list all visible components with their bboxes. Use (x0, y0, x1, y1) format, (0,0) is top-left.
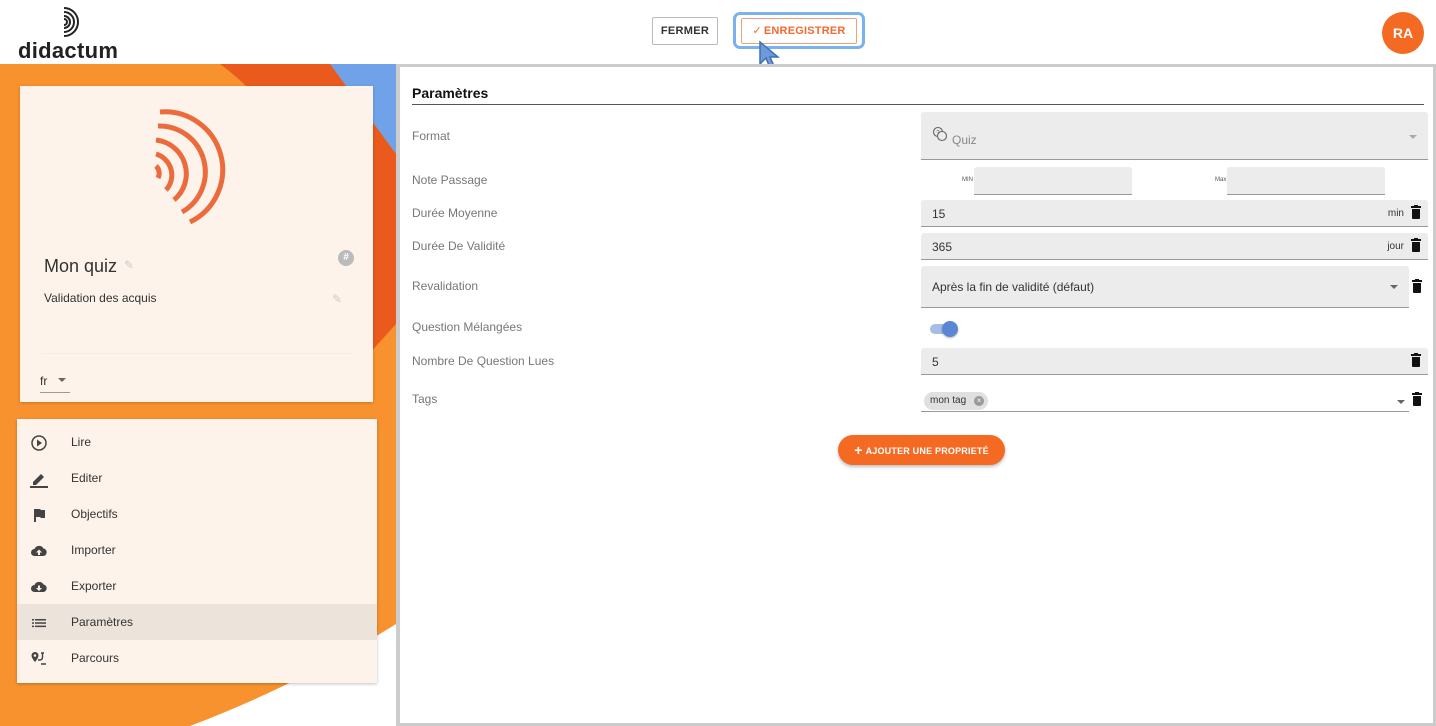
chevron-down-icon (1409, 135, 1417, 139)
section-divider (412, 104, 1424, 105)
cloud-upload-icon (31, 545, 47, 556)
passing-grade-max-input[interactable] (1227, 167, 1385, 195)
flag-icon (34, 509, 45, 522)
chevron-down-icon (1390, 285, 1398, 289)
menu-item-label: Exporter (71, 579, 117, 593)
tags-input-underline (921, 411, 1409, 412)
menu-item-lire[interactable]: Lire (17, 424, 377, 460)
quiz-logo-icon (154, 109, 226, 225)
list-icon (32, 619, 46, 628)
menu-item-label: Importer (71, 543, 116, 557)
questions-read-label: Nombre De Question Lues (412, 354, 555, 368)
revalidation-label: Revalidation (412, 279, 479, 293)
edit-title-icon[interactable]: ✎ (124, 258, 134, 272)
questions-read-input[interactable]: 5 (921, 348, 1428, 375)
top-bar: didactum FERMER ✓ ENREGISTRER RA (0, 0, 1436, 70)
quiz-card: Mon quiz ✎ # Validation des acquis ✎ fr (20, 86, 373, 402)
revalidation-value: Après la fin de validité (défaut) (932, 280, 1095, 294)
chevron-down-icon[interactable] (1397, 400, 1405, 404)
menu-item-parcours[interactable]: Parcours (17, 640, 377, 676)
trash-icon[interactable] (1411, 353, 1421, 367)
menu-item-objectifs[interactable]: Objectifs (17, 496, 377, 532)
didactum-logo[interactable]: didactum (18, 6, 128, 63)
shuffle-toggle-thumb[interactable] (942, 321, 958, 337)
hash-icon[interactable]: # (338, 250, 354, 266)
passing-grade-min-input[interactable] (974, 167, 1132, 195)
language-value: fr (40, 374, 48, 388)
quiz-subtitle: Validation des acquis (44, 291, 157, 305)
user-avatar[interactable]: RA (1382, 12, 1424, 54)
menu-item-label: Objectifs (71, 507, 118, 521)
settings-panel: Paramètres Format ? Quiz Note Passage MI… (396, 64, 1436, 726)
max-label: Max (1215, 177, 1227, 183)
validity-duration-label: Durée De Validité (412, 239, 506, 253)
menu-item-exporter[interactable]: Exporter (17, 568, 377, 604)
validity-duration-input[interactable]: 365 jour (921, 233, 1428, 260)
language-select[interactable]: fr (40, 374, 70, 393)
chevron-down-icon (58, 378, 66, 382)
menu-item-parametres[interactable]: Paramètres (17, 604, 377, 640)
save-button-label: ENREGISTRER (763, 25, 846, 37)
questions-read-value: 5 (932, 355, 939, 369)
revalidation-select[interactable]: Après la fin de validité (défaut) (921, 266, 1409, 308)
remove-tag-icon[interactable]: × (974, 396, 985, 406)
trash-icon[interactable] (1411, 238, 1421, 252)
cloud-download-icon (31, 581, 47, 592)
play-circle-icon (31, 435, 47, 451)
tag-chip[interactable]: mon tag × (924, 392, 989, 410)
menu-item-editer[interactable]: Editer (17, 460, 377, 496)
format-select[interactable]: ? Quiz (921, 112, 1428, 160)
format-value: Quiz (952, 133, 977, 147)
average-duration-label: Durée Moyenne (412, 206, 498, 220)
validity-duration-unit: jour (1387, 241, 1404, 252)
section-title: Paramètres (412, 85, 489, 101)
tags-label: Tags (412, 392, 438, 406)
average-duration-unit: min (1387, 208, 1404, 219)
side-menu: Lire Editer Objectifs Importer Exporter … (17, 419, 377, 683)
pencil-icon (30, 474, 48, 488)
menu-item-importer[interactable]: Importer (17, 532, 377, 568)
trash-icon[interactable] (1412, 279, 1422, 293)
check-icon: ✓ (752, 25, 762, 37)
route-icon (31, 652, 46, 665)
plus-icon: + (854, 442, 863, 458)
quiz-format-icon: ? (932, 126, 948, 142)
menu-item-label: Paramètres (71, 615, 134, 629)
trash-icon[interactable] (1411, 205, 1421, 219)
menu-item-label: Editer (71, 471, 103, 485)
close-button[interactable]: FERMER (652, 17, 718, 45)
average-duration-input[interactable]: 15 min (921, 200, 1428, 227)
validity-duration-value: 365 (932, 240, 953, 254)
passing-grade-label: Note Passage (412, 173, 488, 187)
average-duration-value: 15 (932, 207, 946, 221)
add-property-button[interactable]: + AJOUTER UNE PROPRIETÉ (838, 435, 1005, 465)
logo-text: didactum (18, 38, 119, 63)
shuffled-questions-label: Question Mélangées (412, 320, 523, 334)
format-label: Format (412, 129, 451, 143)
edit-subtitle-icon[interactable]: ✎ (332, 292, 342, 306)
fingerprint-mark-icon (63, 7, 79, 37)
add-property-label: AJOUTER UNE PROPRIETÉ (865, 446, 989, 456)
min-label: MIN (962, 177, 973, 183)
menu-item-label: Parcours (71, 651, 120, 665)
tag-chip-label: mon tag (930, 395, 967, 406)
trash-icon[interactable] (1412, 392, 1422, 406)
quiz-title[interactable]: Mon quiz (44, 256, 117, 277)
menu-item-label: Lire (71, 435, 92, 449)
